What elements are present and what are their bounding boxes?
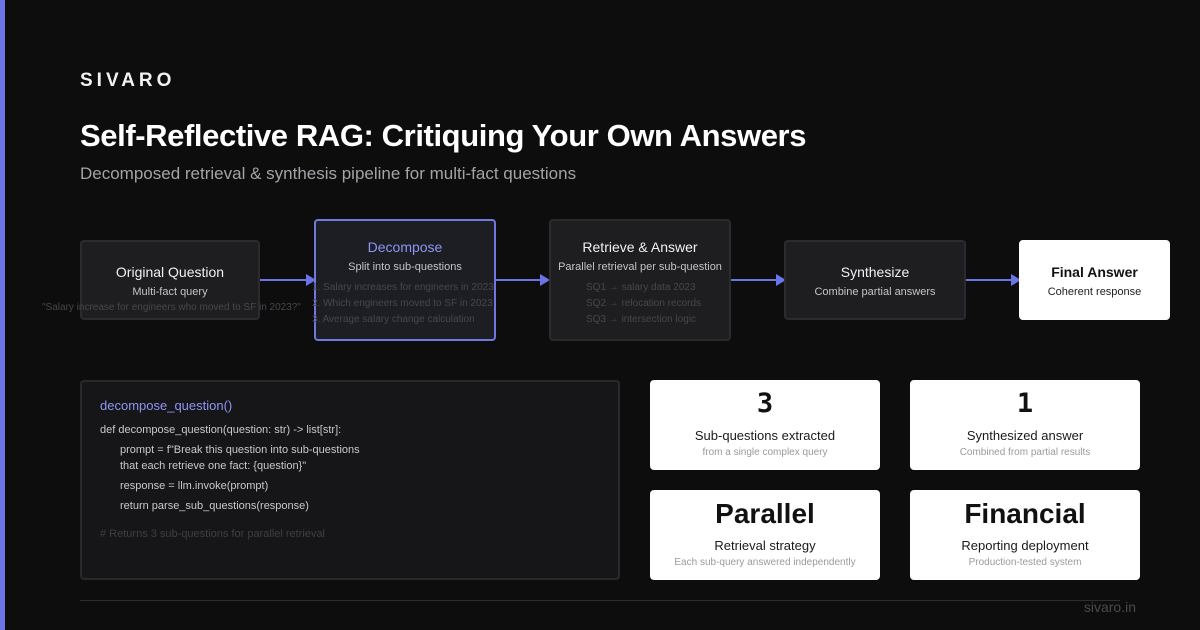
node-detail: SQ2 → relocation records xyxy=(586,298,702,309)
node-subtitle: Split into sub-questions xyxy=(348,261,462,273)
footer-divider xyxy=(80,600,1120,601)
node-title: Decompose xyxy=(367,239,443,255)
node-original-question: Original Question Multi-fact query "Sala… xyxy=(42,240,301,320)
stat-label: Synthesized answer xyxy=(966,428,1084,443)
node-detail: 2. Which engineers moved to SF in 2023 xyxy=(312,298,493,309)
stat-note: Production-tested system xyxy=(968,557,1082,568)
node-subtitle: Parallel retrieval per sub-question xyxy=(558,261,722,273)
node-final-answer: Final Answer Coherent response xyxy=(1019,240,1170,320)
stat-note: Combined from partial results xyxy=(959,447,1091,458)
node-detail: SQ1 → salary data 2023 xyxy=(586,282,696,293)
stat-value: Financial xyxy=(964,498,1086,529)
arrow-3 xyxy=(731,274,786,286)
node-subtitle: Multi-fact query xyxy=(132,286,208,298)
stat-label: Reporting deployment xyxy=(961,538,1089,553)
code-line: prompt = f"Break this question into sub-… xyxy=(120,444,360,456)
node-synthesize: Synthesize Combine partial answers xyxy=(784,240,966,320)
code-line: def decompose_question(question: str) ->… xyxy=(100,424,342,436)
stat-card-retrieval-strategy: Parallel Retrieval strategy Each sub-que… xyxy=(650,490,880,580)
brand-logo: SIVARO xyxy=(80,70,176,91)
node-title: Synthesize xyxy=(840,264,910,280)
node-detail: SQ3 → intersection logic xyxy=(586,314,697,325)
page-title: Self-Reflective RAG: Critiquing Your Own… xyxy=(80,118,807,153)
node-title: Original Question xyxy=(115,264,225,280)
code-line: return parse_sub_questions(response) xyxy=(120,500,309,512)
page-subtitle: Decomposed retrieval & synthesis pipelin… xyxy=(80,164,577,183)
stat-label: Sub-questions extracted xyxy=(694,428,836,443)
stat-card-synthesized: 1 Synthesized answer Combined from parti… xyxy=(910,380,1140,470)
code-comment: # Returns 3 sub-questions for parallel r… xyxy=(100,528,326,540)
node-subtitle: Combine partial answers xyxy=(814,286,936,298)
stat-value: Parallel xyxy=(715,498,815,529)
code-panel: decompose_question() def decompose_quest… xyxy=(80,380,620,580)
stat-value: 1 xyxy=(1016,388,1034,419)
node-retrieve-answer: Retrieve & Answer Parallel retrieval per… xyxy=(549,219,731,341)
node-subtitle: Coherent response xyxy=(1047,286,1142,298)
accent-bar xyxy=(0,0,5,630)
stat-value: 3 xyxy=(756,388,774,419)
code-line: response = llm.invoke(prompt) xyxy=(120,480,269,492)
stat-card-sub-questions: 3 Sub-questions extracted from a single … xyxy=(650,380,880,470)
arrow-2 xyxy=(496,274,550,286)
footer-url: sivaro.in xyxy=(1083,599,1136,615)
arrow-1 xyxy=(260,274,316,286)
node-detail: "Salary increase for engineers who moved… xyxy=(42,302,301,313)
code-function-name: decompose_question() xyxy=(100,398,233,413)
stat-note: from a single complex query xyxy=(702,447,828,458)
code-line: that each retrieve one fact: {question}" xyxy=(120,460,307,472)
node-decompose: Decompose Split into sub-questions 1. Sa… xyxy=(312,219,496,341)
stat-card-deployment: Financial Reporting deployment Productio… xyxy=(910,490,1140,580)
node-title: Final Answer xyxy=(1051,264,1138,280)
node-detail: 3. Average salary change calculation xyxy=(312,314,475,325)
node-detail: 1. Salary increases for engineers in 202… xyxy=(312,282,494,293)
arrow-4 xyxy=(966,274,1021,286)
stat-label: Retrieval strategy xyxy=(714,538,816,553)
node-title: Retrieve & Answer xyxy=(582,239,698,255)
stat-note: Each sub-query answered independently xyxy=(674,557,856,568)
